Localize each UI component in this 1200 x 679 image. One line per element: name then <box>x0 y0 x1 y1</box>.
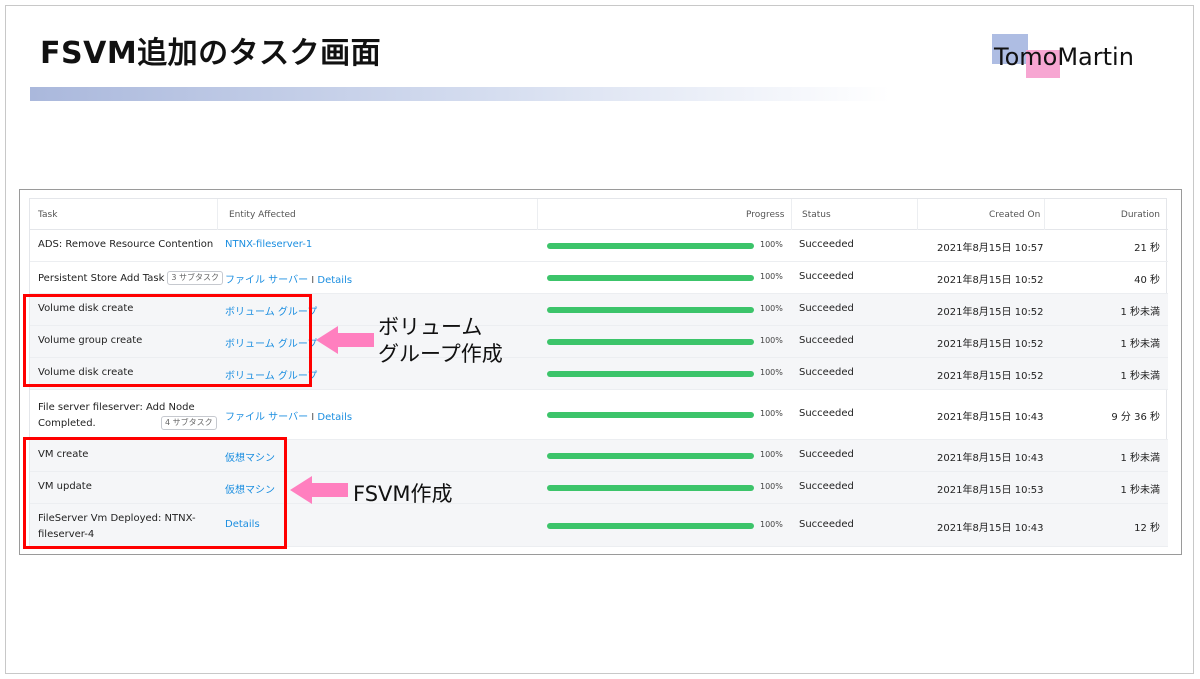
fsvm-annotation: FSVM作成 <box>353 482 453 506</box>
header-progress[interactable]: Progress <box>746 210 784 220</box>
duration: 1 秒未満 <box>1120 485 1160 496</box>
progress-bar <box>547 339 754 345</box>
status-text: Succeeded <box>799 271 854 282</box>
header-duration[interactable]: Duration <box>1121 210 1160 220</box>
pink-arrow-left-icon <box>290 476 348 504</box>
header-entity[interactable]: Entity Affected <box>229 210 296 220</box>
header-task[interactable]: Task <box>38 210 57 220</box>
created-on: 2021年8月15日 10:53 <box>937 485 1044 496</box>
status-text: Succeeded <box>799 408 854 419</box>
progress-percent: 100% <box>760 336 783 345</box>
progress-bar <box>547 243 754 249</box>
volume-group-annotation: ボリューム グループ作成 <box>378 315 503 366</box>
progress-percent: 100% <box>760 520 783 529</box>
entity-affected: NTNX-fileserver-1 <box>225 239 312 250</box>
task-name: Persistent Store Add Task 3 サブタスク <box>38 271 224 285</box>
progress-bar <box>547 523 754 529</box>
progress-percent: 100% <box>760 240 783 249</box>
progress-percent: 100% <box>760 304 783 313</box>
created-on: 2021年8月15日 10:43 <box>937 412 1044 423</box>
created-on: 2021年8月15日 10:52 <box>937 275 1044 286</box>
table-row[interactable]: Persistent Store Add Task 3 サブタスク ファイル サーバ… <box>30 262 1168 294</box>
progress-percent: 100% <box>760 368 783 377</box>
progress-percent: 100% <box>760 409 783 418</box>
duration: 1 秒未満 <box>1120 339 1160 350</box>
status-text: Succeeded <box>799 449 854 460</box>
subtask-badge[interactable]: 3 サブタスク <box>167 271 224 285</box>
details-link[interactable]: Details <box>317 412 352 423</box>
duration: 1 秒未満 <box>1120 307 1160 318</box>
duration: 1 秒未満 <box>1120 371 1160 382</box>
progress-bar <box>547 371 754 377</box>
duration: 9 分 36 秒 <box>1111 412 1160 423</box>
status-text: Succeeded <box>799 519 854 530</box>
progress-bar <box>547 412 754 418</box>
progress-bar <box>547 485 754 491</box>
subtask-badge[interactable]: 4 サブタスク <box>161 416 217 430</box>
header-created[interactable]: Created On <box>989 210 1040 220</box>
created-on: 2021年8月15日 10:57 <box>937 243 1044 254</box>
title-underline-bar <box>30 87 890 101</box>
progress-bar <box>547 453 754 459</box>
entity-link[interactable]: ファイル サーバー <box>225 412 308 423</box>
slide-title: FSVM追加のタスク画面 <box>40 36 382 71</box>
entity-affected: ファイル サーバー I Details <box>225 275 353 286</box>
table-row[interactable]: File server fileserver: Add Node Complete… <box>30 390 1168 440</box>
created-on: 2021年8月15日 10:52 <box>937 371 1044 382</box>
entity-affected: ファイル サーバー I Details <box>225 412 353 423</box>
fsvm-highlight-box <box>23 437 287 549</box>
volume-group-highlight-box <box>23 294 312 387</box>
header-status[interactable]: Status <box>802 210 831 220</box>
task-name: ADS: Remove Resource Contention <box>38 239 214 250</box>
entity-link[interactable]: ファイル サーバー <box>225 275 308 286</box>
created-on: 2021年8月15日 10:52 <box>937 339 1044 350</box>
table-header: Task Entity Affected Progress Status Cre… <box>30 199 1168 230</box>
entity-link[interactable]: NTNX-fileserver-1 <box>225 239 312 250</box>
duration: 40 秒 <box>1134 275 1160 286</box>
created-on: 2021年8月15日 10:52 <box>937 307 1044 318</box>
table-row[interactable]: ADS: Remove Resource Contention NTNX-file… <box>30 230 1168 262</box>
status-text: Succeeded <box>799 239 854 250</box>
progress-bar <box>547 307 754 313</box>
progress-percent: 100% <box>760 272 783 281</box>
duration: 21 秒 <box>1134 243 1160 254</box>
progress-percent: 100% <box>760 482 783 491</box>
status-text: Succeeded <box>799 335 854 346</box>
progress-bar <box>547 275 754 281</box>
status-text: Succeeded <box>799 303 854 314</box>
created-on: 2021年8月15日 10:43 <box>937 523 1044 534</box>
pink-arrow-left-icon <box>316 326 374 354</box>
duration: 1 秒未満 <box>1120 453 1160 464</box>
logo-text: TomoMartin <box>994 43 1134 71</box>
status-text: Succeeded <box>799 367 854 378</box>
details-link[interactable]: Details <box>317 275 352 286</box>
progress-percent: 100% <box>760 450 783 459</box>
duration: 12 秒 <box>1134 523 1160 534</box>
created-on: 2021年8月15日 10:43 <box>937 453 1044 464</box>
status-text: Succeeded <box>799 481 854 492</box>
tomomartin-logo: TomoMartin <box>992 34 1152 80</box>
